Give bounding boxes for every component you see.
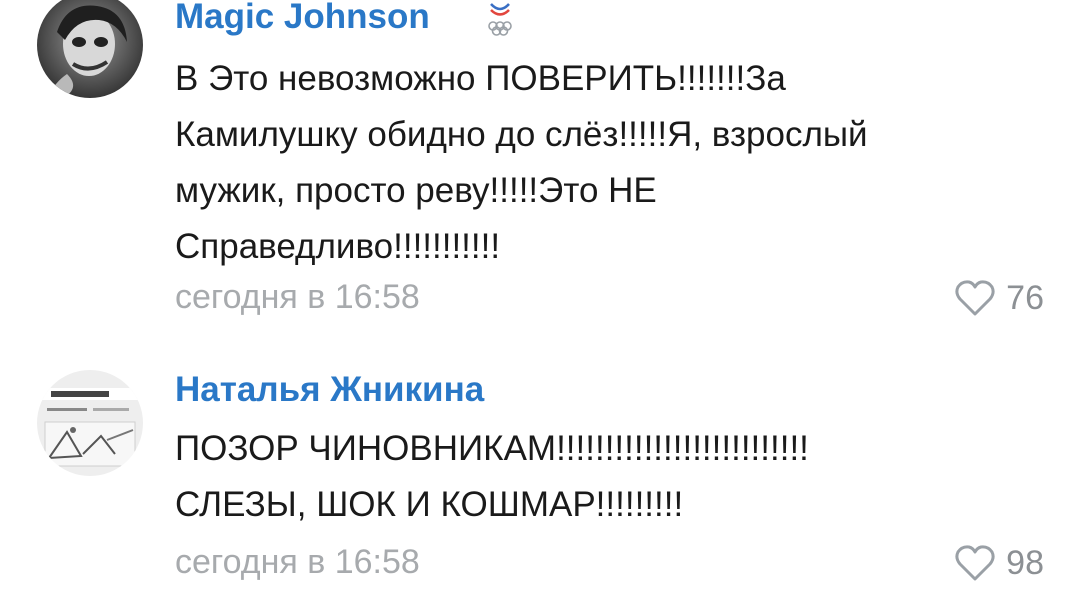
comment-author[interactable]: Magic Johnson — [175, 0, 430, 37]
comment-author[interactable]: Наталья Жникина — [175, 370, 484, 410]
comments-feed: Magic Johnson В Это невозможно ПОВЕРИТЬ!… — [0, 0, 1080, 608]
like-count: 76 — [1006, 279, 1044, 317]
comment-text: В Это невозможно ПОВЕРИТЬ!!!!!!!За Камил… — [175, 59, 868, 266]
like-button[interactable]: 76 — [954, 276, 1044, 320]
olympic-rings-badge-icon — [488, 3, 512, 36]
comment-text: ПОЗОР ЧИНОВНИКАМ!!!!!!!!!!!!!!!!!!!!!!!!… — [175, 429, 809, 524]
comment-item: Magic Johnson В Это невозможно ПОВЕРИТЬ!… — [0, 0, 1080, 340]
like-count: 98 — [1006, 544, 1044, 582]
heart-icon — [955, 280, 995, 316]
comment-timestamp[interactable]: сегодня в 16:58 — [175, 277, 420, 317]
comment-timestamp[interactable]: сегодня в 16:58 — [175, 542, 420, 582]
comment-item: Наталья Жникина ПОЗОР ЧИНОВНИКАМ!!!!!!!!… — [0, 362, 1080, 608]
like-button[interactable]: 98 — [954, 541, 1044, 585]
document-avatar-icon[interactable] — [37, 370, 143, 476]
joker-avatar-icon[interactable] — [37, 0, 143, 98]
heart-icon — [955, 545, 995, 581]
